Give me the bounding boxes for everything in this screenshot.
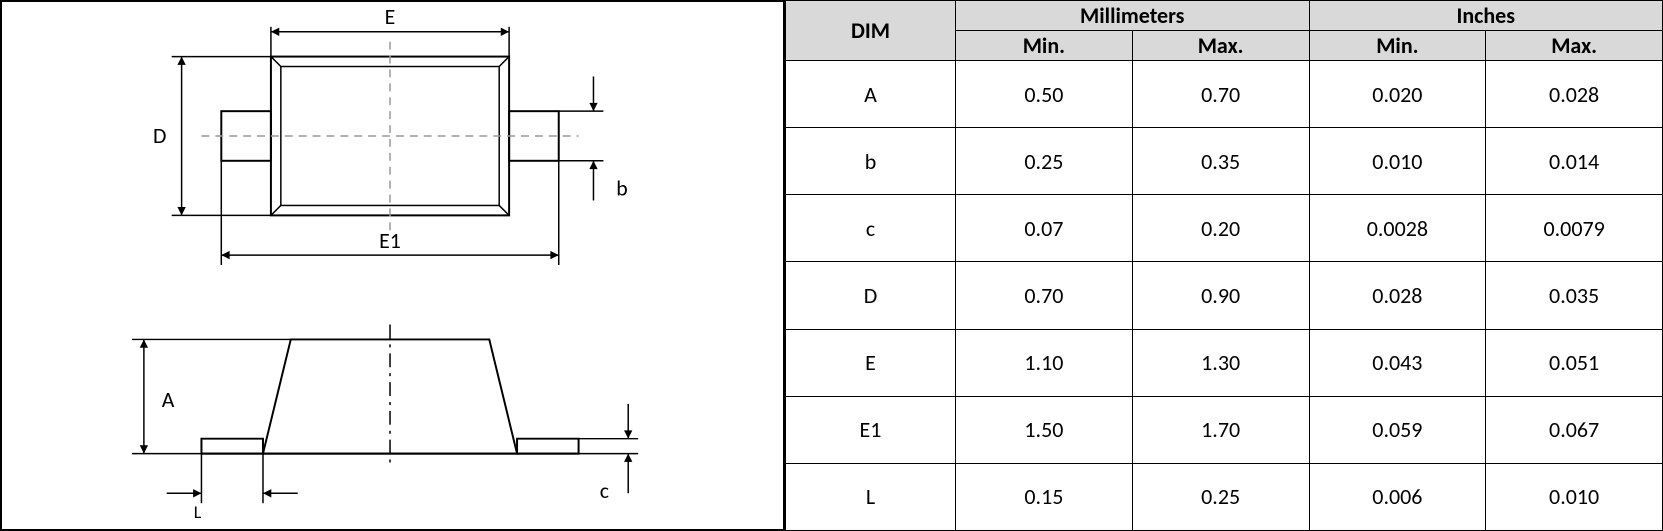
cell-mm-max: 0.70	[1132, 61, 1309, 128]
th-in-max: Max.	[1486, 31, 1663, 61]
cell-in-min: 0.059	[1309, 396, 1486, 463]
label-D: D	[153, 122, 166, 149]
table-row: c 0.07 0.20 0.0028 0.0079	[786, 195, 1663, 262]
dimension-table: DIM Millimeters Inches Min. Max. Min. Ma…	[785, 0, 1663, 531]
cell-in-max: 0.028	[1486, 61, 1663, 128]
cell-dim: E	[786, 329, 956, 396]
cell-mm-min: 0.15	[956, 463, 1133, 530]
table-header-row-1: DIM Millimeters Inches	[786, 1, 1663, 31]
cell-mm-max: 0.25	[1132, 463, 1309, 530]
cell-in-min: 0.020	[1309, 61, 1486, 128]
table-row: b 0.25 0.35 0.010 0.014	[786, 128, 1663, 195]
cell-dim: E1	[786, 396, 956, 463]
cell-in-max: 0.014	[1486, 128, 1663, 195]
cell-dim: c	[786, 195, 956, 262]
label-b: b	[616, 175, 627, 202]
cell-mm-min: 1.10	[956, 329, 1133, 396]
th-mm-min: Min.	[956, 31, 1133, 61]
label-A: A	[162, 386, 175, 413]
th-mm: Millimeters	[956, 1, 1310, 31]
cell-mm-max: 0.35	[1132, 128, 1309, 195]
cell-mm-max: 0.20	[1132, 195, 1309, 262]
cell-in-min: 0.028	[1309, 262, 1486, 329]
table-row: E 1.10 1.30 0.043 0.051	[786, 329, 1663, 396]
cell-dim: D	[786, 262, 956, 329]
th-dim: DIM	[786, 1, 956, 61]
cell-mm-min: 1.50	[956, 396, 1133, 463]
drawing-svg: E D b E1	[2, 2, 783, 529]
cell-in-max: 0.0079	[1486, 195, 1663, 262]
mechanical-drawing: E D b E1	[0, 0, 785, 531]
side-view	[201, 325, 578, 469]
label-E1: E1	[379, 227, 401, 254]
dim-b: b	[559, 76, 628, 201]
cell-dim: A	[786, 61, 956, 128]
cell-in-max: 0.035	[1486, 262, 1663, 329]
th-in-min: Min.	[1309, 31, 1486, 61]
cell-mm-max: 1.70	[1132, 396, 1309, 463]
cell-in-max: 0.067	[1486, 396, 1663, 463]
dim-c: c	[579, 404, 639, 504]
top-view	[201, 42, 578, 231]
table-row: E1 1.50 1.70 0.059 0.067	[786, 396, 1663, 463]
cell-mm-min: 0.50	[956, 61, 1133, 128]
label-L: L	[194, 501, 202, 523]
table-row: D 0.70 0.90 0.028 0.035	[786, 262, 1663, 329]
cell-in-min: 0.006	[1309, 463, 1486, 530]
cell-mm-min: 0.07	[956, 195, 1133, 262]
dim-L: L	[167, 454, 298, 524]
dimension-table-container: DIM Millimeters Inches Min. Max. Min. Ma…	[785, 0, 1663, 531]
package-outline-figure: E D b E1	[0, 0, 1663, 531]
table-row: L 0.15 0.25 0.006 0.010	[786, 463, 1663, 530]
th-mm-max: Max.	[1132, 31, 1309, 61]
cell-in-min: 0.043	[1309, 329, 1486, 396]
label-c: c	[600, 477, 609, 504]
cell-mm-min: 0.70	[956, 262, 1133, 329]
th-in: Inches	[1309, 1, 1663, 31]
label-E: E	[385, 3, 396, 30]
cell-mm-max: 0.90	[1132, 262, 1309, 329]
cell-in-min: 0.010	[1309, 128, 1486, 195]
dim-D: D	[153, 57, 271, 216]
cell-dim: L	[786, 463, 956, 530]
cell-in-max: 0.010	[1486, 463, 1663, 530]
cell-mm-min: 0.25	[956, 128, 1133, 195]
cell-mm-max: 1.30	[1132, 329, 1309, 396]
cell-dim: b	[786, 128, 956, 195]
cell-in-min: 0.0028	[1309, 195, 1486, 262]
cell-in-max: 0.051	[1486, 329, 1663, 396]
table-row: A 0.50 0.70 0.020 0.028	[786, 61, 1663, 128]
